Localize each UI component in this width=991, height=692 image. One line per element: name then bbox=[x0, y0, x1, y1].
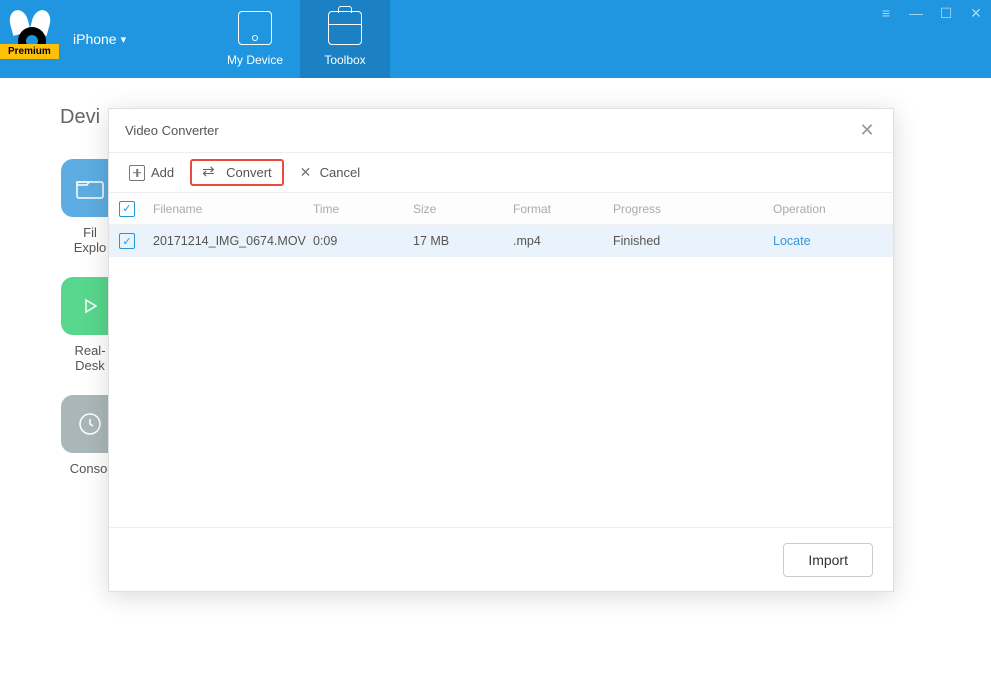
table-header: ✓ Filename Time Size Format Progress Ope… bbox=[109, 193, 893, 225]
cell-time: 0:09 bbox=[313, 234, 413, 248]
locate-link[interactable]: Locate bbox=[773, 234, 883, 248]
tab-toolbox[interactable]: Toolbox bbox=[300, 0, 390, 78]
tool-label: Fil Explo bbox=[74, 225, 107, 255]
button-label: Convert bbox=[226, 165, 272, 180]
x-icon bbox=[300, 166, 314, 180]
convert-button[interactable]: Convert bbox=[190, 159, 284, 186]
close-window-button[interactable]: ✕ bbox=[961, 0, 991, 26]
import-button[interactable]: Import bbox=[783, 543, 873, 577]
button-label: Add bbox=[151, 165, 174, 180]
col-time[interactable]: Time bbox=[313, 202, 413, 216]
menu-icon[interactable]: ≡ bbox=[871, 0, 901, 26]
cell-filename: 20171214_IMG_0674.MOV bbox=[153, 234, 313, 248]
toolbox-icon bbox=[328, 11, 362, 45]
cell-progress: Finished bbox=[613, 234, 773, 248]
cell-size: 17 MB bbox=[413, 234, 513, 248]
device-selector[interactable]: iPhone bbox=[73, 31, 126, 47]
add-button[interactable]: Add bbox=[119, 161, 184, 185]
window-controls: ≡ — ☐ ✕ bbox=[871, 0, 991, 26]
swap-icon bbox=[202, 166, 220, 180]
dialog-footer: Import bbox=[109, 527, 893, 591]
row-checkbox[interactable]: ✓ bbox=[119, 233, 135, 249]
col-progress[interactable]: Progress bbox=[613, 202, 773, 216]
col-operation[interactable]: Operation bbox=[773, 202, 883, 216]
tab-label: Toolbox bbox=[324, 53, 365, 67]
plus-icon bbox=[129, 165, 145, 181]
app-header: Premium iPhone My Device Toolbox ≡ — ☐ ✕ bbox=[0, 0, 991, 78]
tab-my-device[interactable]: My Device bbox=[210, 0, 300, 78]
tab-label: My Device bbox=[227, 53, 283, 67]
close-icon[interactable]: ✕ bbox=[857, 121, 877, 141]
tool-label: Real- Desk bbox=[74, 343, 105, 373]
button-label: Cancel bbox=[320, 165, 360, 180]
table-row[interactable]: ✓ 20171214_IMG_0674.MOV 0:09 17 MB .mp4 … bbox=[109, 225, 893, 257]
col-filename[interactable]: Filename bbox=[153, 202, 313, 216]
cancel-button[interactable]: Cancel bbox=[290, 161, 370, 184]
col-size[interactable]: Size bbox=[413, 202, 513, 216]
logo-area: Premium iPhone bbox=[0, 0, 210, 78]
col-format[interactable]: Format bbox=[513, 202, 613, 216]
dialog-header: Video Converter ✕ bbox=[109, 109, 893, 153]
tool-label: Consol bbox=[70, 461, 110, 476]
dialog-title: Video Converter bbox=[125, 123, 219, 138]
tablet-icon bbox=[238, 11, 272, 45]
select-all-checkbox[interactable]: ✓ bbox=[119, 201, 135, 217]
cell-format: .mp4 bbox=[513, 234, 613, 248]
dialog-toolbar: Add Convert Cancel bbox=[109, 153, 893, 193]
minimize-button[interactable]: — bbox=[901, 0, 931, 26]
premium-badge: Premium bbox=[0, 44, 59, 59]
main-tabs: My Device Toolbox bbox=[210, 0, 390, 78]
video-converter-dialog: Video Converter ✕ Add Convert Cancel ✓ F… bbox=[108, 108, 894, 592]
maximize-button[interactable]: ☐ bbox=[931, 0, 961, 26]
